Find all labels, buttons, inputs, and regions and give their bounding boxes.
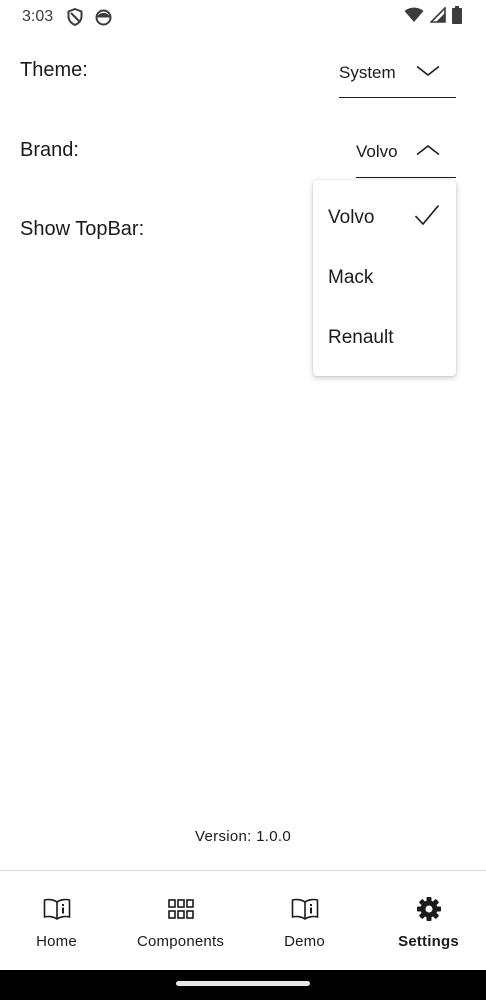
theme-label: Theme: [20, 59, 88, 81]
wifi-icon [404, 7, 424, 28]
brand-label: Brand: [20, 139, 79, 161]
theme-select[interactable]: System [339, 48, 456, 98]
brand-dropdown-menu: Volvo Mack Renault [313, 180, 456, 376]
version-text: Version: 1.0.0 [195, 828, 291, 845]
chevron-down-icon [416, 64, 440, 82]
gesture-handle[interactable] [176, 981, 310, 986]
check-icon [414, 204, 440, 232]
menu-item-renault[interactable]: Renault [313, 312, 456, 364]
brand-select[interactable]: Volvo [356, 127, 456, 178]
chevron-up-icon [416, 143, 440, 161]
battery-icon [452, 6, 462, 29]
nav-label-components: Components [136, 933, 225, 950]
nav-item-components[interactable]: Components [120, 871, 241, 971]
book-info-icon [43, 896, 71, 922]
shield-icon [67, 8, 83, 26]
status-right-icons [404, 6, 462, 29]
nav-label-settings: Settings [398, 933, 459, 950]
grid-icon [167, 896, 194, 922]
notification-face-icon [95, 9, 112, 26]
book-info-icon [291, 896, 319, 922]
cell-signal-icon [429, 6, 446, 28]
gesture-navigation-bar [0, 970, 486, 1000]
menu-item-label: Renault [328, 327, 394, 348]
nav-item-home[interactable]: Home [0, 871, 117, 971]
brand-select-value: Volvo [356, 142, 398, 161]
nav-label-home: Home [36, 933, 77, 950]
show-topbar-label: Show TopBar: [20, 218, 145, 240]
gear-icon [416, 896, 442, 922]
menu-item-label: Volvo [328, 207, 375, 228]
status-bar: 3:03 [0, 0, 486, 34]
menu-item-label: Mack [328, 267, 374, 288]
status-time: 3:03 [22, 8, 54, 25]
menu-item-mack[interactable]: Mack [313, 252, 456, 304]
nav-item-demo[interactable]: Demo [244, 871, 365, 971]
nav-label-demo: Demo [284, 933, 325, 950]
settings-screen: 3:03 Theme: System Brand: Volvo Show Top… [0, 0, 486, 1000]
nav-item-settings[interactable]: Settings [368, 871, 486, 971]
menu-item-volvo[interactable]: Volvo [313, 192, 456, 244]
bottom-navigation: Home Components Demo Settings [0, 870, 486, 970]
theme-select-value: System [339, 62, 396, 82]
